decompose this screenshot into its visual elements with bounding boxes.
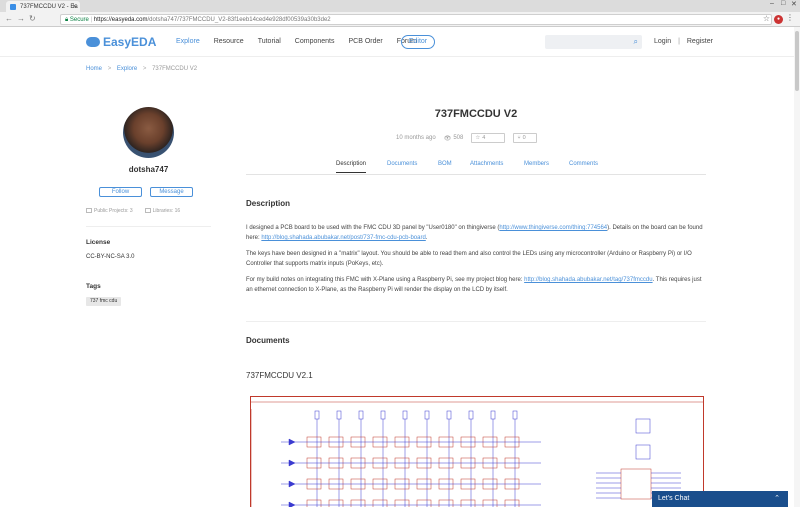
libraries-stat[interactable]: Libraries: 16 (144, 208, 181, 214)
like-button[interactable]: ☆ 4 (471, 133, 506, 143)
nav-tutorial[interactable]: Tutorial (258, 38, 281, 45)
extension-icon[interactable]: ● (774, 15, 783, 24)
address-bar: ← → ↻ 🔒︎ Secure | https://easyeda.com/do… (0, 12, 800, 27)
nav-pcb-order[interactable]: PCB Order (349, 38, 383, 45)
tab-bom[interactable]: BOM (438, 161, 452, 167)
nav-resource[interactable]: Resource (214, 38, 244, 45)
search-input[interactable]: ⌕ (545, 35, 642, 49)
user-stats: Public Projects: 3 Libraries: 16 (86, 208, 180, 214)
project-title: 737FMCCDU V2 (434, 108, 518, 120)
project-meta: 10 months ago 👁︎ 508 ☆ 4 ⑂ 0 (396, 133, 538, 143)
auth-separator: | (678, 38, 680, 45)
url-path: /dotsha747/737FMCCDU_V2-83f1eeb14ced4e92… (147, 17, 331, 23)
url-field[interactable]: 🔒︎ Secure | https://easyeda.com/dotsha74… (60, 14, 772, 25)
schematic-drawing (251, 401, 703, 507)
logo-text: EasyEDA (103, 35, 157, 49)
follow-button[interactable]: Follow (99, 187, 142, 197)
views-value: 508 (453, 135, 464, 141)
forks-value: 0 (522, 135, 526, 141)
username[interactable]: dotsha747 (86, 165, 211, 174)
tab-bar: 737FMCCDU V2 - Ea ✕ – □ ✕ (0, 0, 800, 13)
breadcrumb-home[interactable]: Home (86, 66, 102, 72)
minimize-icon[interactable]: – (770, 0, 774, 7)
tags-heading: Tags (86, 283, 101, 290)
scrollbar[interactable] (794, 27, 800, 507)
avatar[interactable] (123, 107, 174, 158)
chat-label: Let's Chat (658, 495, 690, 502)
tab-documents[interactable]: Documents (387, 161, 417, 167)
project-icon (86, 208, 92, 214)
maximize-icon[interactable]: □ (781, 0, 785, 7)
forward-icon[interactable]: → (17, 14, 25, 23)
public-projects-label: Public Projects: 3 (94, 208, 133, 214)
lock-icon: 🔒︎ (65, 17, 69, 23)
profile-actions: Follow Message (99, 187, 193, 197)
project-blog-link[interactable]: http://blog.shahada.abubakar.net/tag/737… (524, 277, 652, 283)
register-link[interactable]: Register (687, 38, 713, 45)
documents-heading: Documents (246, 336, 290, 345)
browser-chrome: 737FMCCDU V2 - Ea ✕ – □ ✕ ← → ↻ 🔒︎ Secur… (0, 0, 800, 27)
close-window-icon[interactable]: ✕ (791, 0, 797, 8)
site-header: EasyEDA Explore Resource Tutorial Compon… (0, 27, 800, 57)
cloud-logo-icon (86, 37, 100, 47)
easyeda-logo[interactable]: EasyEDA (86, 35, 156, 49)
chevron-up-icon[interactable]: ⌃ (774, 491, 780, 507)
tab-attachments[interactable]: Attachments (470, 161, 503, 167)
easyeda-favicon-icon (10, 4, 16, 10)
eye-icon: 👁︎ (443, 135, 452, 142)
breadcrumb-separator: > (107, 66, 112, 72)
nav-components[interactable]: Components (295, 38, 335, 45)
tab-members[interactable]: Members (524, 161, 549, 167)
project-time: 10 months ago (396, 135, 436, 141)
editor-button[interactable]: Editor (401, 35, 435, 49)
views-count: 👁︎ 508 (444, 135, 464, 142)
tag-item[interactable]: 737 fmc cdu (86, 297, 122, 306)
browser-tab-title: 737FMCCDU V2 - Ea (20, 4, 78, 10)
star-icon: ☆ (475, 135, 481, 141)
license-value: CC-BY-NC-SA 3.0 (86, 254, 135, 260)
reload-icon[interactable]: ↻ (29, 14, 36, 23)
scrollbar-thumb[interactable] (795, 31, 799, 91)
breadcrumb: Home > Explore > 737FMCCDU V2 (86, 66, 197, 72)
breadcrumb-current: 737FMCCDU V2 (152, 66, 198, 72)
libraries-label: Libraries: 16 (152, 208, 181, 214)
project-tabs: Description Documents BOM Attachments Me… (246, 161, 706, 175)
chat-widget[interactable]: Let's Chat ⌃ (652, 491, 788, 507)
message-button[interactable]: Message (150, 187, 193, 197)
section-divider (246, 321, 706, 322)
tab-description[interactable]: Description (336, 161, 367, 173)
bookmark-star-icon[interactable]: ☆ (763, 14, 770, 23)
thingiverse-link[interactable]: http://www.thingiverse.com/thing:774564 (499, 225, 607, 231)
main-nav: Explore Resource Tutorial Components PCB… (176, 38, 431, 45)
auth-links: Login | Register (654, 38, 713, 45)
fork-button[interactable]: ⑂ 0 (513, 133, 538, 143)
p1-end: . (425, 235, 428, 241)
document-title[interactable]: 737FMCCDU V2.1 (246, 371, 313, 380)
description-heading: Description (246, 199, 291, 208)
login-link[interactable]: Login (654, 38, 671, 45)
browser-menu-icon[interactable]: ⋮ (786, 13, 794, 22)
library-icon (144, 208, 151, 214)
secure-label: Secure (69, 17, 89, 23)
breadcrumb-separator: > (142, 66, 147, 72)
p3-text: For my build notes on integrating this F… (246, 277, 525, 283)
breadcrumb-explore[interactable]: Explore (117, 66, 137, 72)
fork-icon: ⑂ (517, 135, 521, 141)
search-icon[interactable]: ⌕ (634, 37, 638, 47)
tab-comments[interactable]: Comments (569, 161, 598, 167)
url-host: https://easyeda.com (93, 17, 148, 23)
public-projects-stat[interactable]: Public Projects: 3 (86, 208, 133, 214)
likes-value: 4 (482, 135, 486, 141)
description-paragraph-2: The keys have been designed in a "matrix… (246, 251, 692, 267)
description-paragraph-1: I designed a PCB board to be used with t… (246, 223, 708, 243)
pcb-blog-link[interactable]: http://blog.shahada.abubakar.net/post/73… (261, 235, 425, 241)
back-icon[interactable]: ← (5, 14, 13, 23)
description-paragraph-3: For my build notes on integrating this F… (246, 275, 708, 295)
p1-text: I designed a PCB board to be used with t… (246, 225, 500, 231)
sidebar-divider (86, 226, 211, 227)
nav-explore[interactable]: Explore (176, 38, 200, 45)
license-heading: License (86, 239, 111, 246)
schematic-preview[interactable] (250, 396, 704, 507)
